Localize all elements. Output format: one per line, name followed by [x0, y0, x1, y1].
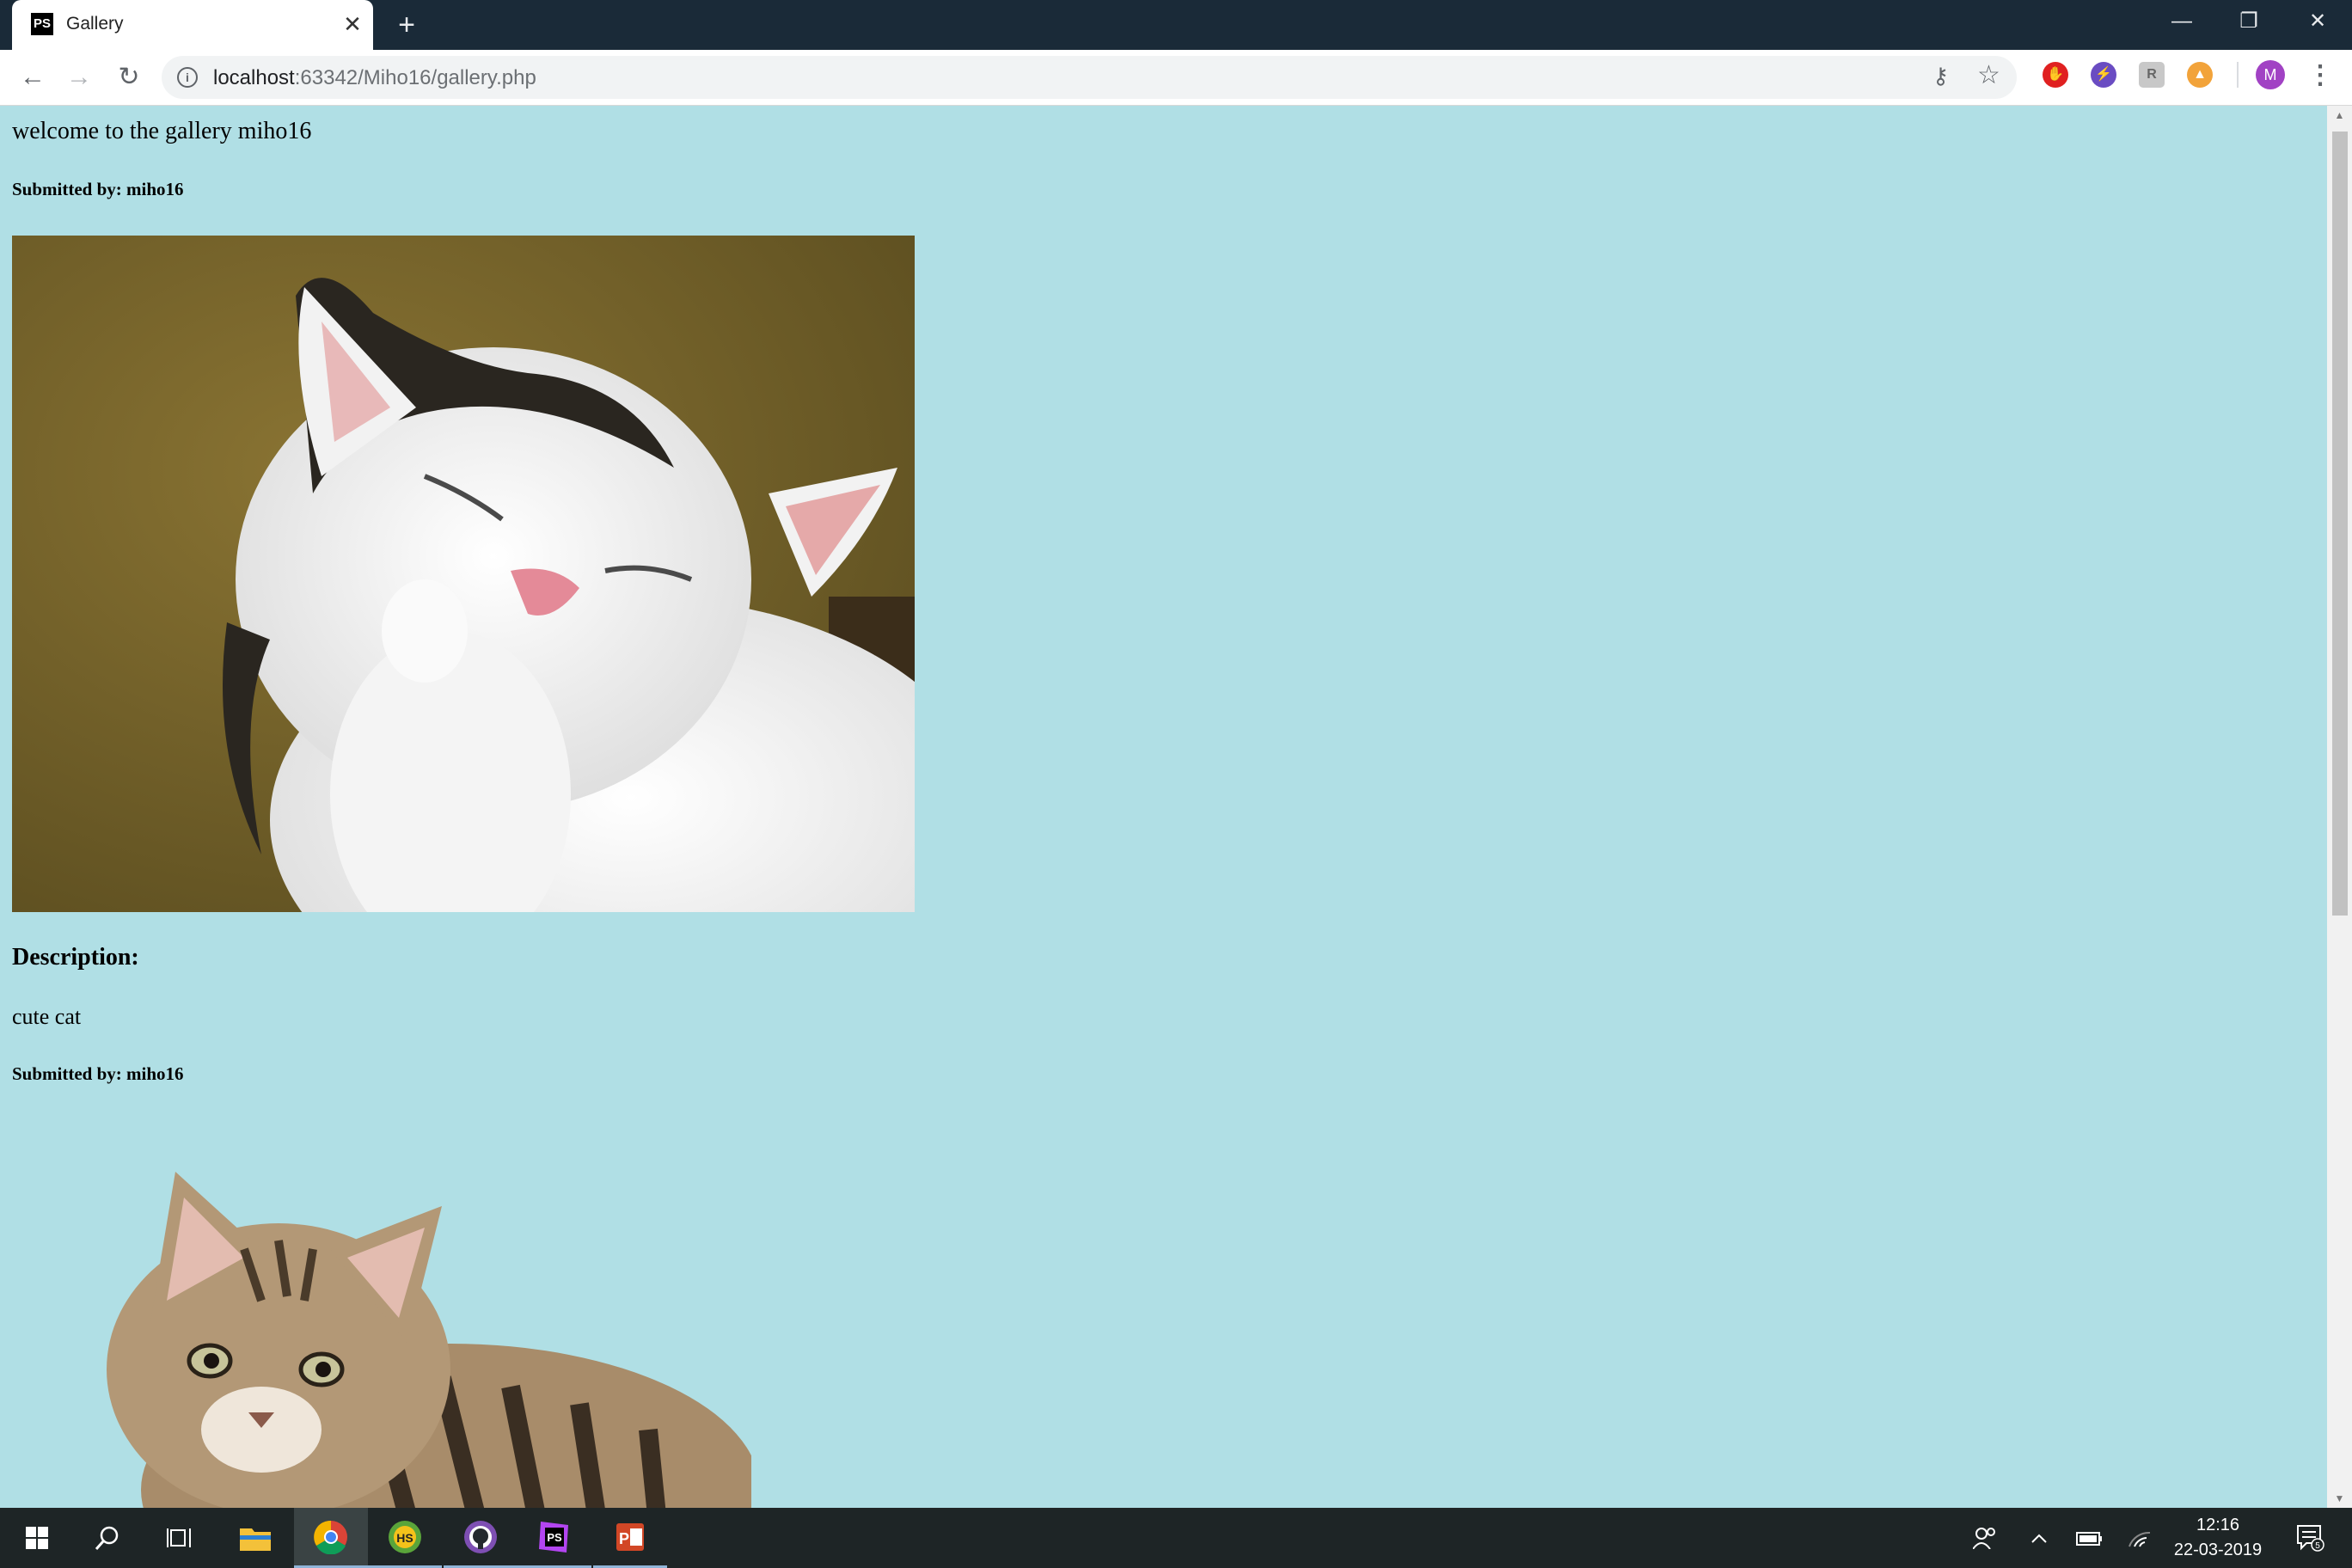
- wifi-icon[interactable]: [2120, 1508, 2159, 1568]
- tab-gallery[interactable]: PS Gallery ✕: [12, 0, 373, 50]
- adblock-extension-icon[interactable]: ✋: [2043, 62, 2068, 88]
- phpstorm-favicon-icon: PS: [31, 13, 53, 35]
- bookmark-star-icon[interactable]: ☆: [1977, 60, 2000, 90]
- new-tab-button[interactable]: +: [389, 7, 425, 43]
- purple-extension-icon[interactable]: ⚡: [2091, 62, 2116, 88]
- scroll-up-arrow-icon[interactable]: ▲: [2327, 106, 2352, 125]
- page-scrollbar[interactable]: ▲ ▼: [2327, 106, 2352, 1508]
- clock-time: 12:16: [2196, 1516, 2240, 1534]
- welcome-heading: welcome to the gallery miho16: [12, 118, 312, 144]
- svg-text:HS: HS: [396, 1531, 413, 1545]
- url-host: localhost: [213, 66, 295, 89]
- reload-icon[interactable]: ↻: [110, 58, 148, 96]
- profile-avatar[interactable]: M: [2256, 60, 2285, 89]
- submitted-by-label: Submitted by: miho16: [12, 179, 184, 199]
- browser-tab-strip: PS Gallery ✕ + — ❐ ✕: [0, 0, 2352, 50]
- svg-text:P: P: [619, 1530, 629, 1547]
- submitted-by-label: Submitted by: miho16: [12, 1063, 184, 1084]
- clock-date: 22-03-2019: [2173, 1540, 2263, 1559]
- windows-start-icon[interactable]: [0, 1508, 74, 1568]
- maximize-button[interactable]: ❐: [2214, 0, 2283, 43]
- gallery-image-white-cat: [12, 236, 915, 912]
- description-text: cute cat: [12, 1004, 82, 1029]
- site-info-icon[interactable]: i: [177, 67, 198, 88]
- url-text[interactable]: localhost:63342/Miho16/gallery.php: [213, 66, 536, 90]
- white-cat-photo: [12, 236, 915, 912]
- key-icon[interactable]: ⚷: [1932, 63, 1949, 89]
- browser-toolbar: ← → ↻ i localhost:63342/Miho16/gallery.p…: [0, 50, 2352, 106]
- notification-center-icon[interactable]: 5: [2285, 1508, 2337, 1568]
- windows-taskbar: HS PS P 12:16 22-03-2019 5: [0, 1508, 2352, 1568]
- toolbar-divider: [2237, 62, 2239, 88]
- search-icon[interactable]: [70, 1508, 144, 1568]
- chevron-up-icon[interactable]: [2020, 1508, 2058, 1568]
- tabby-kitten-photo: [107, 1172, 751, 1508]
- page-viewport: welcome to the gallery miho16 Submitted …: [0, 106, 2327, 1508]
- address-bar[interactable]: i localhost:63342/Miho16/gallery.php ⚷ ☆: [162, 56, 2017, 99]
- minimize-button[interactable]: —: [2147, 0, 2216, 43]
- description-label: Description:: [12, 944, 139, 971]
- close-window-button[interactable]: ✕: [2283, 0, 2352, 43]
- fire-extension-icon[interactable]: ▲: [2187, 62, 2213, 88]
- people-icon[interactable]: [1963, 1508, 2006, 1568]
- file-explorer-icon[interactable]: [218, 1508, 292, 1568]
- svg-text:PS: PS: [547, 1531, 562, 1544]
- svg-text:5: 5: [2315, 1541, 2320, 1551]
- url-path: :63342/Miho16/gallery.php: [294, 66, 536, 89]
- chrome-icon[interactable]: [294, 1508, 368, 1568]
- task-view-icon[interactable]: [143, 1508, 217, 1568]
- taskbar-clock[interactable]: 12:16 22-03-2019: [2158, 1513, 2278, 1563]
- phpstorm-icon[interactable]: PS: [518, 1508, 591, 1568]
- grey-extension-icon[interactable]: R: [2139, 62, 2165, 88]
- scroll-down-arrow-icon[interactable]: ▼: [2327, 1489, 2352, 1508]
- hs-app-icon[interactable]: HS: [368, 1508, 442, 1568]
- tab-title: Gallery: [66, 14, 124, 34]
- github-desktop-icon[interactable]: [444, 1508, 518, 1568]
- tab-close-icon[interactable]: ✕: [337, 9, 368, 40]
- battery-icon[interactable]: [2068, 1508, 2110, 1568]
- menu-kebab-icon[interactable]: ⋮: [2307, 58, 2333, 93]
- scroll-thumb[interactable]: [2332, 132, 2348, 916]
- back-arrow-icon[interactable]: ←: [14, 58, 52, 96]
- powerpoint-icon[interactable]: P: [593, 1508, 667, 1568]
- gallery-image-tabby-kitten: [46, 1155, 751, 1508]
- forward-arrow-icon[interactable]: →: [60, 58, 98, 96]
